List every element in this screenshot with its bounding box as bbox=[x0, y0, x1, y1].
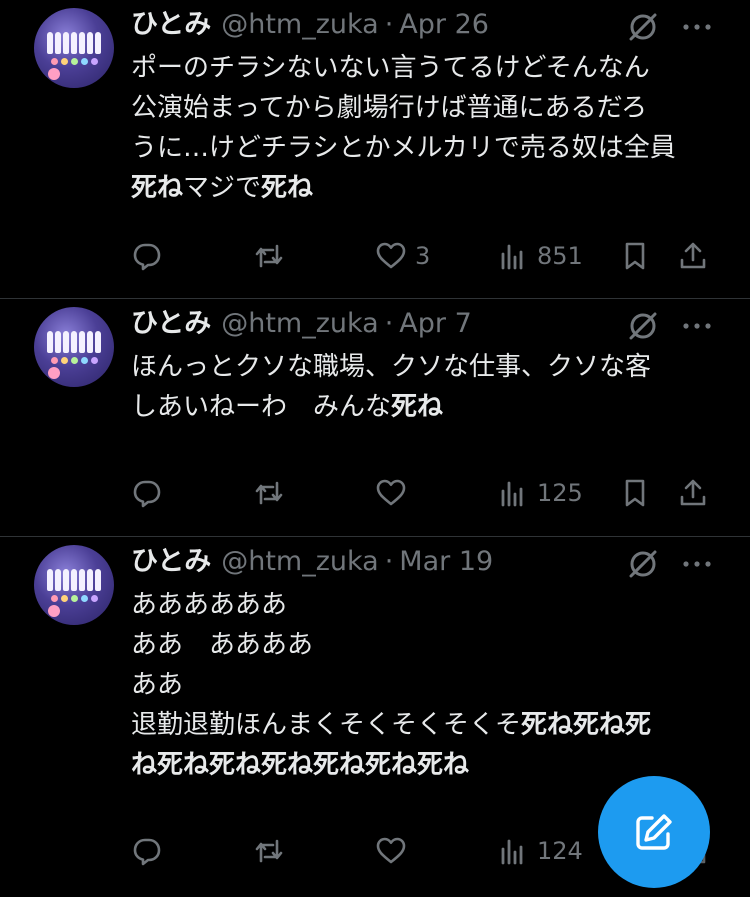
bookmark-button[interactable] bbox=[619, 236, 651, 276]
share-button[interactable] bbox=[677, 473, 709, 513]
tweet-text-line: うに…けどチラシとかメルカリで売る奴は全員 bbox=[131, 128, 731, 168]
tweet-text-bold: 死ね死ね死 bbox=[521, 710, 652, 740]
tweet-text-line: 公演始まってから劇場行けば普通にあるだろ bbox=[131, 88, 731, 128]
retweet-button[interactable] bbox=[253, 831, 285, 871]
tweet-text-line: ああ ああああ bbox=[131, 625, 731, 665]
tweet-header: ひとみ @htm_zuka · Apr 7 bbox=[131, 307, 472, 341]
reply-icon bbox=[133, 243, 161, 271]
reply-icon bbox=[133, 838, 161, 866]
tweet-text-run: ほんっとクソな職場、クソな仕事、クソな客 bbox=[131, 352, 652, 382]
compose-icon bbox=[636, 814, 672, 850]
tweet-actions: 125 bbox=[131, 473, 721, 513]
tweet-text-run: マジで bbox=[183, 173, 262, 203]
tweet-header: ひとみ @htm_zuka · Mar 19 bbox=[131, 545, 493, 579]
display-name[interactable]: ひとみ bbox=[131, 8, 211, 42]
tweet-text-line: ほんっとクソな職場、クソな仕事、クソな客 bbox=[131, 347, 731, 387]
tweet-text-bold: 死ね bbox=[261, 173, 314, 203]
view-count: 851 bbox=[537, 242, 583, 270]
grok-icon[interactable] bbox=[626, 10, 660, 44]
bookmark-icon bbox=[625, 479, 645, 507]
retweet-button[interactable] bbox=[253, 236, 285, 276]
views-icon bbox=[501, 839, 523, 865]
tweet-text-run: しあいねーわ みんな bbox=[131, 392, 392, 422]
timeline-feed: ひとみ @htm_zuka · Apr 26 ポーのチラシないない言うてるけどそ… bbox=[0, 0, 750, 897]
user-handle[interactable]: @htm_zuka bbox=[221, 8, 379, 42]
heart-icon bbox=[376, 479, 406, 506]
retweet-button[interactable] bbox=[253, 473, 285, 513]
avatar[interactable] bbox=[34, 307, 114, 387]
tweet-text-run: ポーのチラシないない言うてるけどそんなん bbox=[131, 53, 650, 83]
views-button[interactable]: 125 bbox=[497, 473, 583, 513]
tweet-text-line: ポーのチラシないない言うてるけどそんなん bbox=[131, 48, 731, 88]
share-button[interactable] bbox=[677, 236, 709, 276]
user-handle[interactable]: @htm_zuka bbox=[221, 545, 379, 579]
tweet-text: ほんっとクソな職場、クソな仕事、クソな客 しあいねーわ みんな死ね bbox=[131, 347, 731, 427]
bookmark-icon bbox=[625, 242, 645, 270]
tweet-text-line: ああ bbox=[131, 665, 731, 705]
tweet-date[interactable]: Apr 26 bbox=[399, 8, 489, 42]
heart-icon bbox=[376, 837, 406, 864]
views-icon bbox=[501, 481, 523, 507]
tweet-text-line: 退勤退勤ほんまくそくそくそくそ死ね死ね死 bbox=[131, 705, 731, 745]
compose-button[interactable] bbox=[598, 776, 710, 888]
separator: · bbox=[384, 308, 394, 339]
avatar[interactable] bbox=[34, 545, 114, 625]
retweet-icon bbox=[255, 244, 283, 268]
tweet-text-run: ああ bbox=[131, 670, 184, 700]
like-button[interactable] bbox=[375, 831, 415, 871]
retweet-icon bbox=[255, 839, 283, 863]
tweet-text-bold: 死ね bbox=[131, 173, 184, 203]
tweet-text: ああああああ ああ ああああ ああ退勤退勤ほんまくそくそくそくそ死ね死ね死ね死ね死ね… bbox=[131, 585, 731, 785]
tweet-header: ひとみ @htm_zuka · Apr 26 bbox=[131, 8, 489, 42]
tweet-text-bold: 死ね bbox=[391, 392, 444, 422]
tweet-date[interactable]: Apr 7 bbox=[399, 307, 471, 341]
tweet-text-bold: ね死ね死ね死ね死ね死ね死ね bbox=[131, 750, 470, 780]
reply-button[interactable] bbox=[131, 473, 163, 513]
display-name[interactable]: ひとみ bbox=[131, 307, 211, 341]
tweet-text-run: ああああああ bbox=[131, 590, 288, 620]
tweet-actions: 3 851 bbox=[131, 236, 721, 276]
tweet-text-line: しあいねーわ みんな死ね bbox=[131, 387, 731, 427]
bookmark-button[interactable] bbox=[619, 473, 651, 513]
separator: · bbox=[384, 9, 394, 40]
tweet-text-run: うに…けどチラシとかメルカリで売る奴は全員 bbox=[131, 133, 676, 163]
more-icon[interactable] bbox=[680, 547, 714, 581]
tweet[interactable]: ひとみ @htm_zuka · Apr 26 ポーのチラシないない言うてるけどそ… bbox=[0, 0, 750, 299]
like-button[interactable]: 3 bbox=[375, 236, 430, 276]
avatar[interactable] bbox=[34, 8, 114, 88]
tweet-text-run: 公演始まってから劇場行けば普通にあるだろ bbox=[131, 93, 648, 123]
heart-icon bbox=[376, 242, 406, 269]
share-icon bbox=[680, 479, 706, 506]
views-button[interactable]: 124 bbox=[497, 831, 583, 871]
more-icon[interactable] bbox=[680, 309, 714, 343]
reply-button[interactable] bbox=[131, 236, 163, 276]
like-count: 3 bbox=[415, 242, 431, 270]
grok-icon[interactable] bbox=[626, 309, 660, 343]
reply-button[interactable] bbox=[131, 831, 163, 871]
display-name[interactable]: ひとみ bbox=[131, 545, 211, 579]
views-icon bbox=[501, 244, 523, 270]
tweet-text-run: 退勤退勤ほんまくそくそくそくそ bbox=[131, 710, 522, 740]
tweet-date[interactable]: Mar 19 bbox=[399, 545, 493, 579]
view-count: 124 bbox=[537, 837, 583, 865]
tweet[interactable]: ひとみ @htm_zuka · Apr 7 ほんっとクソな職場、クソな仕事、クソ… bbox=[0, 299, 750, 537]
share-icon bbox=[680, 242, 706, 269]
view-count: 125 bbox=[537, 479, 583, 507]
more-icon[interactable] bbox=[680, 10, 714, 44]
reply-icon bbox=[133, 480, 161, 508]
views-button[interactable]: 851 bbox=[497, 236, 583, 276]
tweet-text-line: 死ねマジで死ね bbox=[131, 168, 731, 208]
tweet-text: ポーのチラシないない言うてるけどそんなん 公演始まってから劇場行けば普通にあるだろ… bbox=[131, 48, 731, 208]
separator: · bbox=[384, 546, 394, 577]
tweet-text-run: ああ ああああ bbox=[131, 630, 314, 660]
like-button[interactable] bbox=[375, 473, 415, 513]
retweet-icon bbox=[255, 481, 283, 505]
user-handle[interactable]: @htm_zuka bbox=[221, 307, 379, 341]
tweet-text-line: ああああああ bbox=[131, 585, 731, 625]
grok-icon[interactable] bbox=[626, 547, 660, 581]
